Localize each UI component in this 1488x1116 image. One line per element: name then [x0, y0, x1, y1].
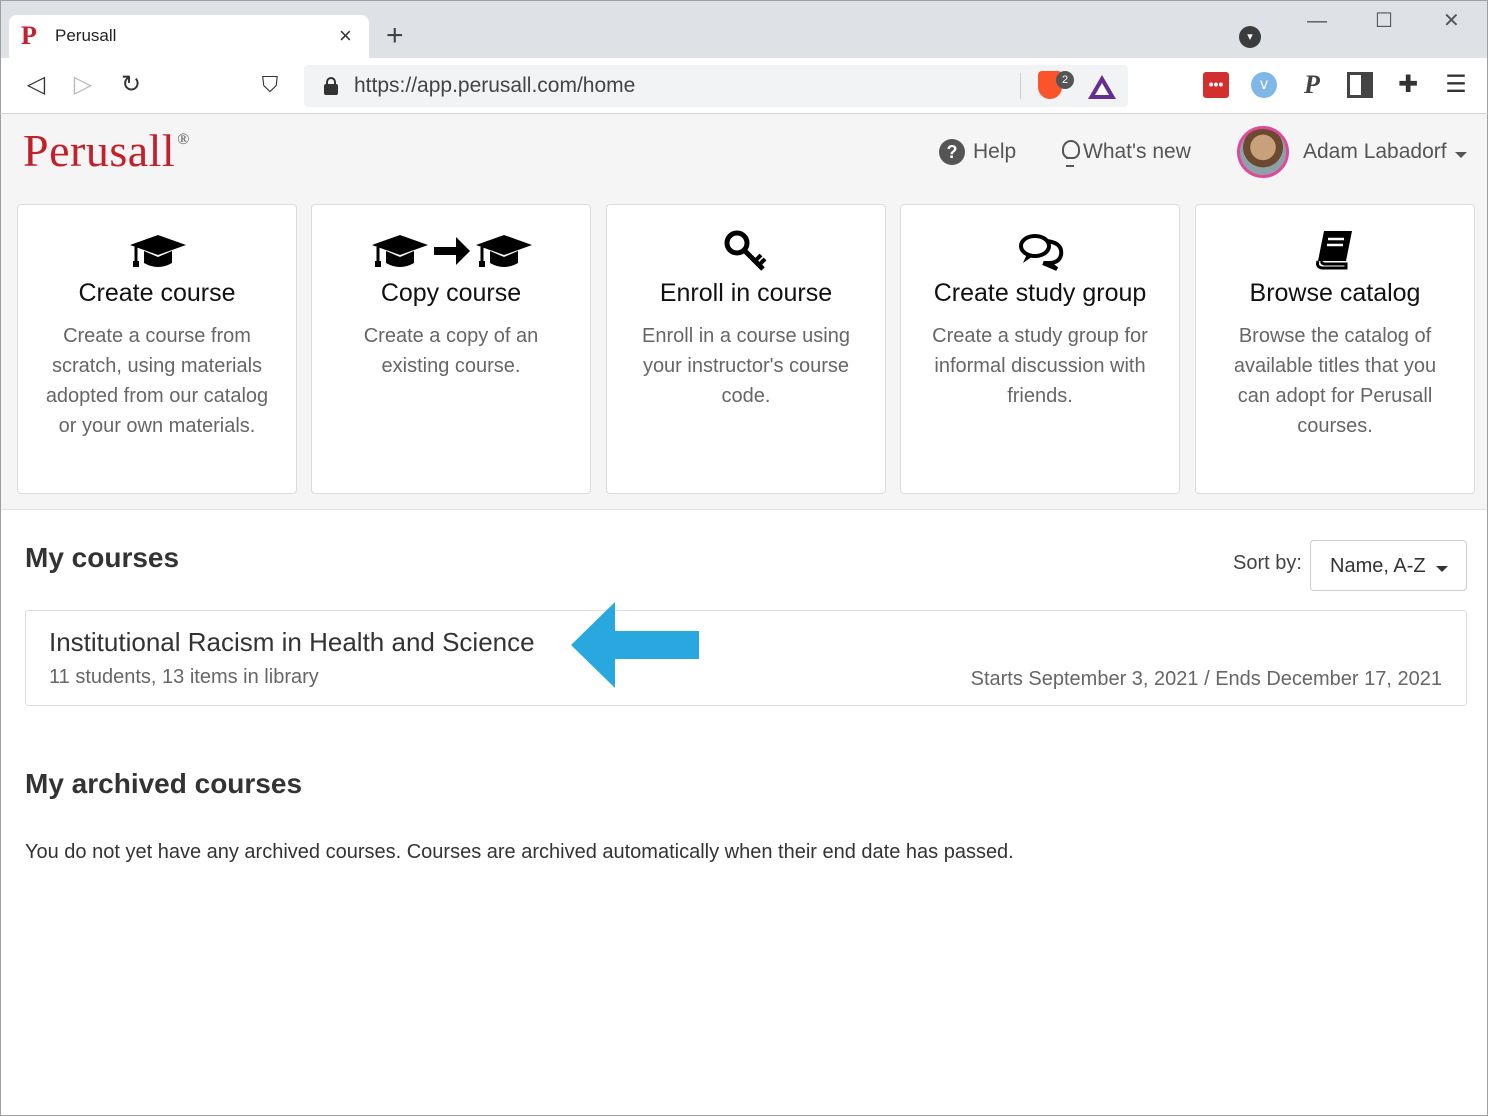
callout-arrow-icon — [571, 602, 699, 688]
copy-course-card[interactable]: Copy course Create a copy of an existing… — [311, 204, 591, 494]
new-tab-button[interactable]: + — [386, 19, 404, 53]
course-dates: Starts September 3, 2021 / Ends December… — [970, 668, 1442, 690]
help-label: Help — [973, 140, 1017, 163]
caret-down-icon — [1455, 152, 1467, 158]
card-description: Create a course from scratch, using mate… — [45, 325, 269, 437]
bookmark-button[interactable]: ⛉ — [255, 70, 285, 100]
lastpass-icon[interactable]: ••• — [1203, 72, 1229, 98]
key-icon — [607, 227, 885, 271]
card-title: Browse catalog — [1249, 279, 1421, 307]
page-content: Perusall ® ? Help What's new Adam Labadorf — [0, 114, 1488, 1116]
profile-menu-icon[interactable]: ▾ — [1239, 26, 1261, 48]
browser-toolbar: ◁ ▷ ↻ ⛉ https://app.perusall.com/home 2 … — [0, 58, 1488, 114]
url-divider — [1020, 73, 1021, 99]
avatar — [1237, 126, 1289, 178]
lightbulb-icon — [1061, 139, 1080, 167]
course-name[interactable]: Institutional Racism in Health and Scien… — [49, 627, 535, 658]
card-description: Browse the catalog of available titles t… — [1233, 325, 1437, 437]
logo-text: Perusall — [23, 125, 176, 176]
card-title: Create course — [78, 279, 236, 307]
archived-courses-heading: My archived courses — [25, 768, 303, 799]
sort-dropdown[interactable]: Name, A-Z — [1310, 540, 1467, 591]
card-title: Create study group — [933, 279, 1147, 307]
my-courses-heading: My courses — [25, 542, 180, 573]
browser-menu-icon[interactable]: ☰ — [1443, 72, 1469, 98]
user-name: Adam Labadorf — [1303, 140, 1447, 163]
card-description: Create a copy of an existing course. — [363, 325, 539, 377]
url-text[interactable]: https://app.perusall.com/home — [354, 74, 635, 98]
course-list-item[interactable]: Institutional Racism in Health and Scien… — [25, 610, 1467, 706]
perusall-extension-icon[interactable]: P — [1299, 72, 1325, 98]
comments-icon — [901, 227, 1179, 271]
minimize-window-button[interactable]: — — [1307, 9, 1327, 33]
brave-rewards-icon[interactable] — [1088, 75, 1116, 99]
top-band: Perusall ® ? Help What's new Adam Labadorf — [1, 114, 1487, 510]
caret-down-icon — [1436, 566, 1448, 572]
enroll-course-card[interactable]: Enroll in course Enroll in a course usin… — [606, 204, 886, 494]
browser-tab[interactable]: P Perusall × — [9, 15, 369, 59]
perusall-logo[interactable]: Perusall ® — [23, 124, 190, 177]
archived-empty-message: You do not yet have any archived courses… — [25, 841, 1014, 863]
graduation-cap-icon — [18, 227, 296, 271]
book-icon — [1196, 227, 1474, 271]
sidebar-icon[interactable] — [1347, 72, 1373, 98]
card-title: Enroll in course — [659, 279, 833, 307]
create-course-card[interactable]: Create course Create a course from scrat… — [17, 204, 297, 494]
forward-button[interactable]: ▷ — [68, 70, 98, 100]
vimeo-icon[interactable]: v — [1251, 72, 1277, 98]
tab-title: Perusall — [55, 26, 117, 45]
maximize-window-button[interactable]: ☐ — [1375, 9, 1393, 33]
registered-mark: ® — [177, 130, 190, 148]
close-window-button[interactable]: ✕ — [1443, 9, 1460, 33]
brave-shields-badge: 2 — [1056, 71, 1074, 89]
card-description: Enroll in a course using your instructor… — [642, 325, 850, 407]
address-bar[interactable]: https://app.perusall.com/home 2 — [304, 65, 1128, 107]
reload-button[interactable]: ↻ — [116, 70, 146, 100]
lock-icon[interactable] — [324, 77, 338, 95]
user-menu[interactable]: Adam Labadorf — [1237, 126, 1473, 180]
question-circle-icon: ? — [939, 139, 965, 165]
perusall-favicon-icon: P — [21, 21, 37, 50]
tab-close-icon[interactable]: × — [339, 23, 352, 49]
card-title: Copy course — [380, 279, 522, 307]
card-description: Create a study group for informal discus… — [932, 325, 1148, 407]
help-link[interactable]: ? Help — [939, 139, 1016, 165]
whats-new-link[interactable]: What's new — [1061, 139, 1191, 167]
back-button[interactable]: ◁ — [21, 70, 51, 100]
whats-new-label: What's new — [1083, 140, 1191, 163]
browser-tab-strip: P Perusall × + ▾ — ☐ ✕ — [0, 0, 1488, 59]
extensions-puzzle-icon[interactable]: ✚ — [1395, 72, 1421, 98]
sort-label: Sort by: — [1233, 552, 1302, 574]
browse-catalog-card[interactable]: Browse catalog Browse the catalog of ava… — [1195, 204, 1475, 494]
sort-value: Name, A-Z — [1330, 555, 1426, 577]
copy-course-icon — [312, 227, 590, 271]
create-study-group-card[interactable]: Create study group Create a study group … — [900, 204, 1180, 494]
course-meta: 11 students, 13 items in library — [49, 666, 319, 688]
